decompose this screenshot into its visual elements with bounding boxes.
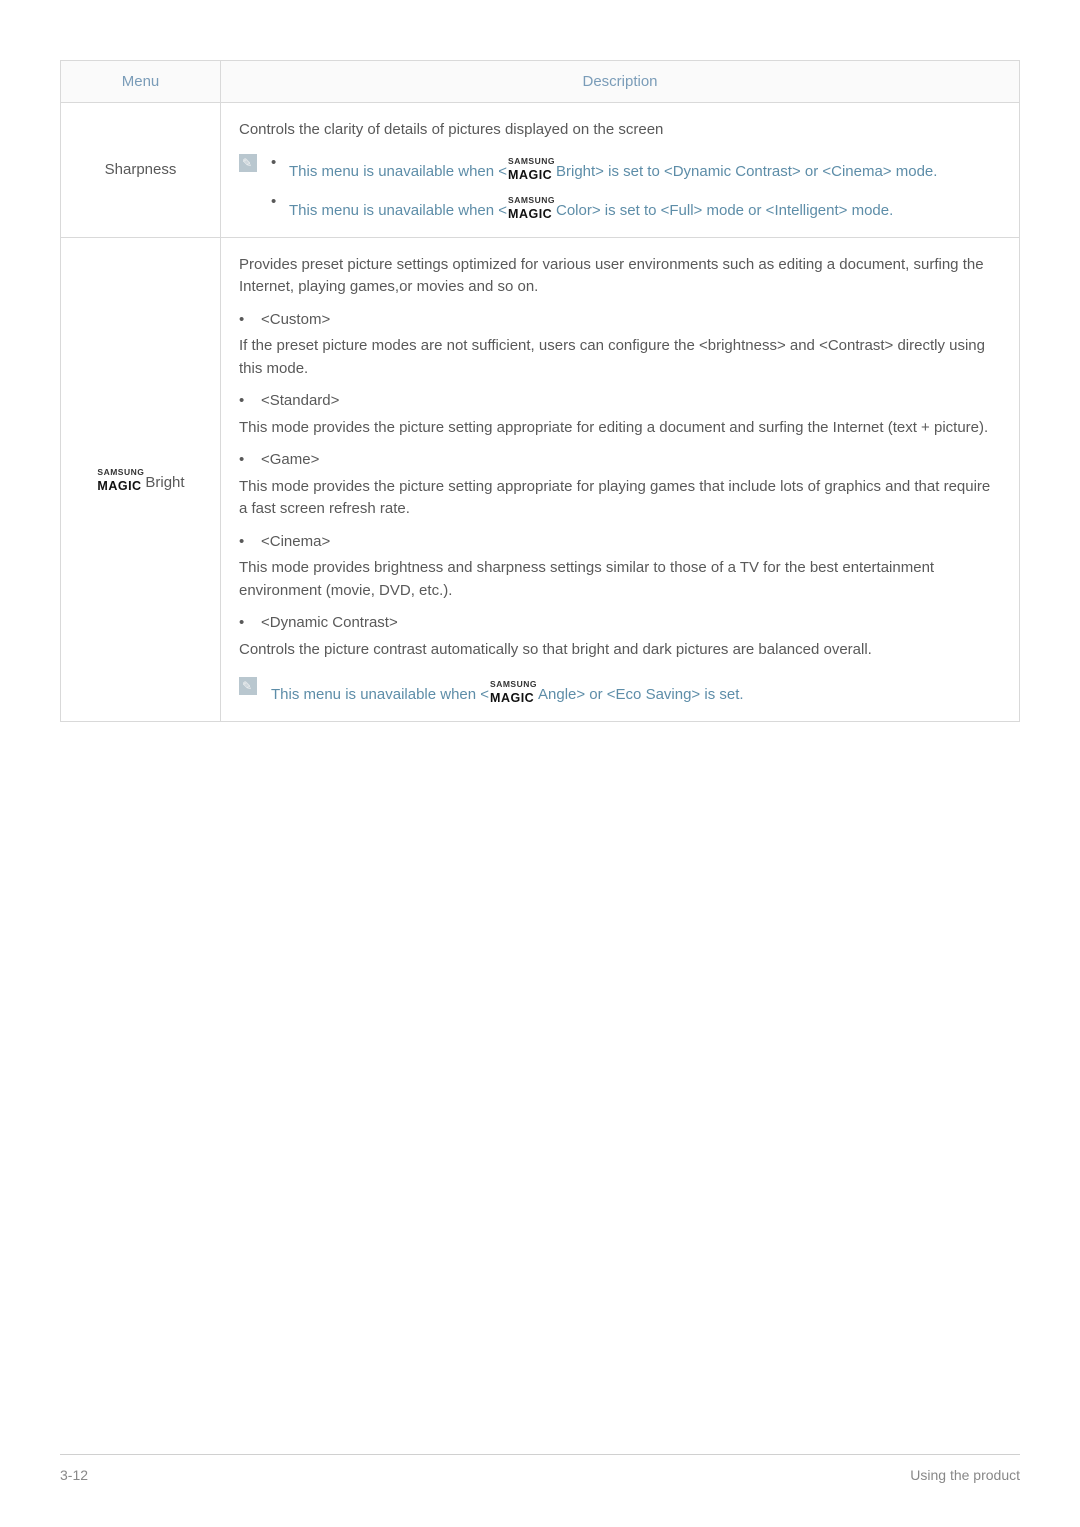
menu-name-magic-bright: SAMSUNG MAGIC Bright xyxy=(61,237,221,721)
note-item: • This menu is unavailable when <SAMSUNG… xyxy=(271,152,1001,184)
samsung-magic-label: SAMSUNG MAGIC xyxy=(508,191,555,221)
note-block: This menu is unavailable when <SAMSUNG MA… xyxy=(239,675,1001,707)
note-icon xyxy=(239,677,257,695)
header-menu: Menu xyxy=(61,61,221,103)
list-item: •<Standard> xyxy=(239,390,1001,413)
sharpness-intro: Controls the clarity of details of pictu… xyxy=(239,119,1001,142)
menu-name-sharpness: Sharpness xyxy=(61,103,221,238)
note-text: This menu is unavailable when <SAMSUNG MA… xyxy=(289,191,1001,223)
item-description: Controls the picture contrast automatica… xyxy=(239,639,1001,662)
bullet-icon: • xyxy=(239,390,261,413)
samsung-magic-label: SAMSUNG MAGIC xyxy=(490,675,537,705)
bright-intro: Provides preset picture settings optimiz… xyxy=(239,254,1001,299)
note-text: This menu is unavailable when <SAMSUNG MA… xyxy=(289,152,1001,184)
bullet-icon: • xyxy=(239,531,261,554)
item-label: <Cinema> xyxy=(261,531,330,554)
description-magic-bright: Provides preset picture settings optimiz… xyxy=(221,237,1020,721)
text-fragment: Angle> or <Eco Saving> is set. xyxy=(538,686,744,703)
magic-top: SAMSUNG xyxy=(490,679,537,689)
item-description: If the preset picture modes are not suff… xyxy=(239,335,1001,380)
magic-top: SAMSUNG xyxy=(508,156,555,166)
item-description: This mode provides the picture setting a… xyxy=(239,476,1001,521)
magic-bot: MAGIC xyxy=(490,691,534,705)
magic-top: SAMSUNG xyxy=(508,195,555,205)
samsung-magic-label: SAMSUNG MAGIC xyxy=(97,463,144,493)
bullet-icon: • xyxy=(239,612,261,635)
text-fragment: This menu is unavailable when < xyxy=(289,163,507,180)
item-label: <Dynamic Contrast> xyxy=(261,612,398,635)
note-text: This menu is unavailable when <SAMSUNG MA… xyxy=(257,675,1001,707)
text-fragment: This menu is unavailable when < xyxy=(271,686,489,703)
magic-top: SAMSUNG xyxy=(97,467,144,477)
text-fragment: Bright> is set to <Dynamic Contrast> or … xyxy=(556,163,937,180)
bullet-icon: • xyxy=(271,191,289,223)
page-number: 3-12 xyxy=(60,1467,88,1483)
item-label: <Custom> xyxy=(261,309,330,332)
page-content: Menu Description Sharpness Controls the … xyxy=(0,0,1080,722)
footer-section-title: Using the product xyxy=(910,1467,1020,1483)
item-label: <Standard> xyxy=(261,390,339,413)
bullet-icon: • xyxy=(239,449,261,472)
page-footer: 3-12 Using the product xyxy=(60,1454,1020,1483)
bullet-icon: • xyxy=(239,309,261,332)
item-label: <Game> xyxy=(261,449,319,472)
note-block: • This menu is unavailable when <SAMSUNG… xyxy=(239,152,1001,223)
note-icon xyxy=(239,154,257,172)
samsung-magic-label: SAMSUNG MAGIC xyxy=(508,152,555,182)
text-fragment: Bright xyxy=(145,474,184,491)
list-item: •<Custom> xyxy=(239,309,1001,332)
magic-bot: MAGIC xyxy=(508,207,552,221)
table-header-row: Menu Description xyxy=(61,61,1020,103)
table-row: Sharpness Controls the clarity of detail… xyxy=(61,103,1020,238)
text-fragment: Color> is set to <Full> mode or <Intelli… xyxy=(556,202,893,219)
item-description: This mode provides brightness and sharpn… xyxy=(239,557,1001,602)
magic-bot: MAGIC xyxy=(97,479,141,493)
note-item: • This menu is unavailable when <SAMSUNG… xyxy=(271,191,1001,223)
table-row: SAMSUNG MAGIC Bright Provides preset pic… xyxy=(61,237,1020,721)
header-description: Description xyxy=(221,61,1020,103)
list-item: •<Dynamic Contrast> xyxy=(239,612,1001,635)
item-description: This mode provides the picture setting a… xyxy=(239,417,1001,440)
menu-table: Menu Description Sharpness Controls the … xyxy=(60,60,1020,722)
list-item: •<Game> xyxy=(239,449,1001,472)
text-fragment: This menu is unavailable when < xyxy=(289,202,507,219)
bullet-icon: • xyxy=(271,152,289,184)
notes-content: • This menu is unavailable when <SAMSUNG… xyxy=(257,152,1001,223)
list-item: •<Cinema> xyxy=(239,531,1001,554)
magic-bot: MAGIC xyxy=(508,168,552,182)
description-sharpness: Controls the clarity of details of pictu… xyxy=(221,103,1020,238)
